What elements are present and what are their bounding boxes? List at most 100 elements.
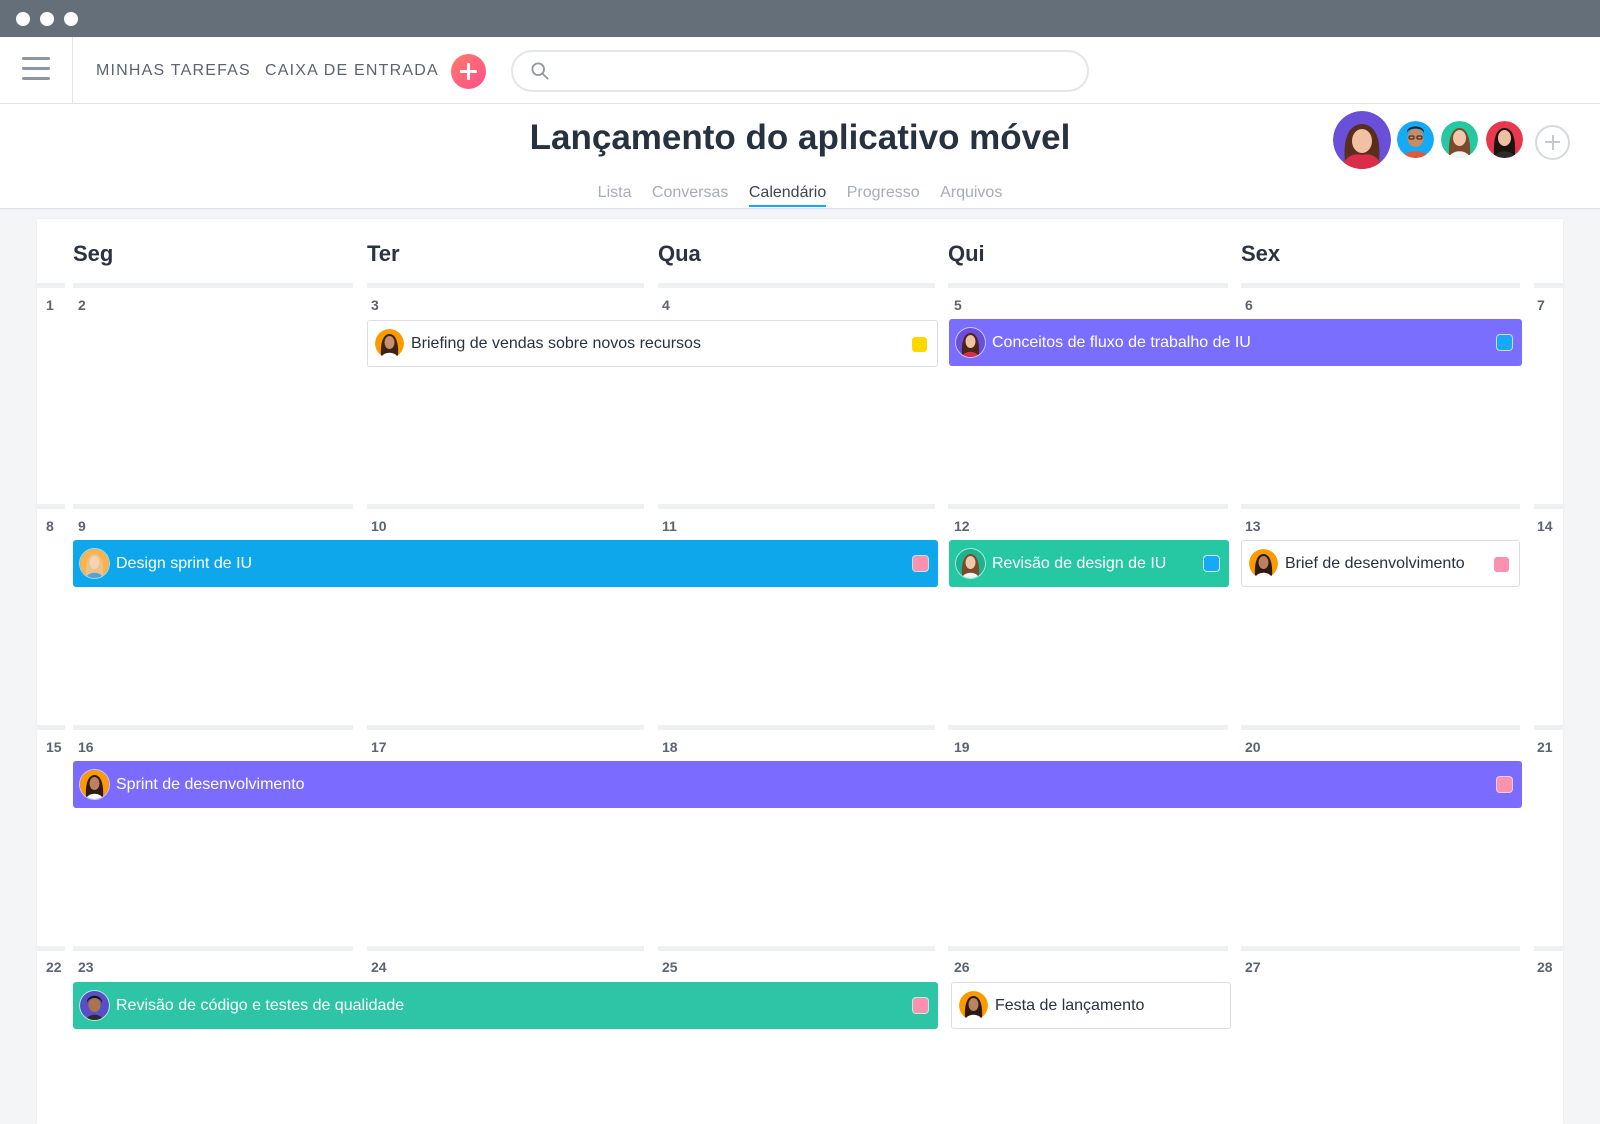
day-number[interactable]: 13 — [1245, 518, 1261, 534]
window-maximize-dot[interactable] — [64, 12, 78, 26]
week-divider — [948, 504, 1228, 509]
calendar-grid: Seg Ter Qua Qui Sex 1 2 3 4 5 6 7 8 9 10… — [37, 219, 1563, 1124]
day-number[interactable]: 28 — [1537, 959, 1553, 975]
event-festa-lancamento[interactable]: Festa de lançamento — [951, 982, 1231, 1029]
day-number[interactable]: 2 — [78, 297, 86, 313]
day-number[interactable]: 15 — [46, 739, 62, 755]
quick-add-button[interactable] — [451, 54, 486, 89]
assignee-avatar — [80, 770, 109, 799]
day-number[interactable]: 21 — [1537, 739, 1553, 755]
week-divider — [73, 946, 353, 951]
tab-conversas[interactable]: Conversas — [652, 184, 728, 205]
day-number[interactable]: 22 — [46, 959, 62, 975]
week-divider — [658, 725, 935, 730]
week-divider — [1241, 946, 1520, 951]
assignee-avatar — [80, 991, 109, 1020]
day-number[interactable]: 10 — [371, 518, 387, 534]
week-divider — [948, 725, 1228, 730]
day-number[interactable]: 11 — [662, 518, 677, 534]
event-brief-desenvolvimento[interactable]: Brief de desenvolvimento — [1241, 540, 1520, 587]
week-divider — [367, 504, 644, 509]
tag-color-square — [912, 337, 927, 352]
week-divider — [1534, 283, 1563, 288]
assignee-avatar — [375, 329, 404, 358]
day-number[interactable]: 20 — [1245, 739, 1261, 755]
week-divider — [658, 283, 935, 288]
week-divider — [1241, 725, 1520, 730]
assignee-avatar — [956, 328, 985, 357]
assignee-avatar — [959, 991, 988, 1020]
top-nav: MINHAS TAREFAS CAIXA DE ENTRADA — [0, 37, 1600, 104]
day-header-qua: Qua — [658, 241, 701, 266]
day-number[interactable]: 18 — [662, 739, 678, 755]
assignee-avatar — [80, 549, 109, 578]
week-divider — [1534, 946, 1563, 951]
day-number[interactable]: 26 — [954, 959, 970, 975]
day-number[interactable]: 8 — [46, 518, 54, 534]
day-number[interactable]: 9 — [78, 518, 86, 534]
day-number[interactable]: 24 — [371, 959, 387, 975]
day-header-seg: Seg — [73, 241, 114, 266]
add-member-button[interactable] — [1535, 125, 1570, 160]
day-number[interactable]: 5 — [954, 297, 962, 313]
event-briefing-vendas[interactable]: Briefing de vendas sobre novos recursos — [367, 320, 938, 367]
day-header-qui: Qui — [948, 241, 985, 266]
nav-my-tasks[interactable]: MINHAS TAREFAS — [96, 62, 251, 80]
week-divider — [948, 946, 1228, 951]
event-label: Design sprint de IU — [116, 554, 253, 572]
tab-calendario[interactable]: Calendário — [748, 184, 827, 207]
event-revisao-design[interactable]: Revisão de design de IU — [949, 540, 1229, 587]
week-divider — [658, 946, 935, 951]
event-label: Festa de lançamento — [995, 996, 1145, 1014]
day-number[interactable]: 19 — [954, 739, 970, 755]
day-number[interactable]: 7 — [1537, 297, 1545, 313]
event-design-sprint[interactable]: Design sprint de IU — [73, 540, 938, 587]
window-minimize-dot[interactable] — [40, 12, 54, 26]
nav-inbox[interactable]: CAIXA DE ENTRADA — [265, 62, 439, 80]
event-label: Sprint de desenvolvimento — [116, 775, 305, 793]
project-tabs: Lista Conversas Calendário Progresso Arq… — [0, 184, 1600, 207]
tab-arquivos[interactable]: Arquivos — [940, 184, 1002, 205]
day-number[interactable]: 3 — [371, 297, 379, 313]
week-divider — [1534, 504, 1563, 509]
day-number[interactable]: 14 — [1537, 518, 1553, 534]
event-label: Briefing de vendas sobre novos recursos — [411, 334, 701, 352]
week-divider — [37, 946, 65, 951]
tab-lista[interactable]: Lista — [598, 184, 632, 205]
day-number[interactable]: 12 — [954, 518, 970, 534]
week-divider — [73, 283, 353, 288]
day-number[interactable]: 23 — [78, 959, 94, 975]
event-label: Revisão de design de IU — [992, 554, 1167, 572]
day-number[interactable]: 6 — [1245, 297, 1253, 313]
week-divider — [73, 725, 353, 730]
week-divider — [948, 283, 1228, 288]
day-number[interactable]: 4 — [662, 297, 670, 313]
event-revisao-codigo[interactable]: Revisão de código e testes de qualidade — [73, 982, 938, 1029]
day-number[interactable]: 1 — [46, 297, 54, 313]
event-sprint-desenvolvimento[interactable]: Sprint de desenvolvimento — [73, 761, 1522, 808]
member-avatar-4[interactable] — [1486, 121, 1523, 158]
week-divider — [367, 283, 644, 288]
window-close-dot[interactable] — [16, 12, 30, 26]
day-header-sex: Sex — [1241, 241, 1281, 266]
tag-color-square — [1204, 556, 1219, 571]
week-divider — [658, 504, 935, 509]
event-label: Conceitos de fluxo de trabalho de IU — [992, 333, 1251, 351]
tag-color-square — [1497, 335, 1512, 350]
day-number[interactable]: 16 — [78, 739, 94, 755]
tab-progresso[interactable]: Progresso — [847, 184, 920, 205]
week-divider — [367, 946, 644, 951]
event-conceitos-fluxo[interactable]: Conceitos de fluxo de trabalho de IU — [949, 319, 1522, 366]
search-input[interactable] — [511, 50, 1089, 92]
tag-color-square — [913, 556, 928, 571]
week-divider — [37, 283, 65, 288]
assignee-avatar — [956, 549, 985, 578]
day-number[interactable]: 27 — [1245, 959, 1261, 975]
member-avatar-owner[interactable] — [1333, 111, 1391, 169]
hamburger-menu-icon[interactable] — [22, 57, 50, 81]
day-number[interactable]: 17 — [371, 739, 387, 755]
member-avatar-2[interactable] — [1397, 121, 1434, 158]
week-divider — [37, 504, 65, 509]
day-number[interactable]: 25 — [662, 959, 678, 975]
member-avatar-3[interactable] — [1441, 121, 1478, 158]
